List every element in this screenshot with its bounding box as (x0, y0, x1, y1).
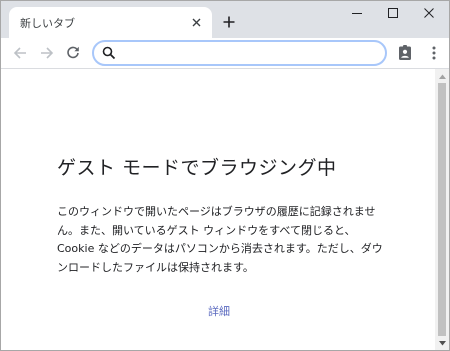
search-icon (102, 46, 116, 60)
tab-strip: 新しいタブ (1, 1, 449, 38)
close-icon (424, 8, 434, 18)
scroll-down-button[interactable] (435, 336, 449, 350)
reload-button[interactable] (63, 43, 83, 63)
plus-icon (223, 16, 235, 28)
guest-mode-page: ゲスト モードでブラウジング中 このウィンドウで開いたページはブラウザの履歴に記… (1, 69, 435, 350)
tab-new-tab[interactable]: 新しいタブ (9, 7, 212, 38)
scroll-up-button[interactable] (435, 69, 449, 83)
toolbar (1, 38, 449, 69)
reload-icon (67, 46, 79, 59)
menu-button[interactable] (424, 43, 444, 63)
forward-button[interactable] (37, 43, 57, 63)
minimize-icon (352, 13, 362, 14)
maximize-icon (388, 8, 398, 18)
forward-arrow-icon (41, 47, 54, 59)
learn-more-link[interactable]: 詳細 (208, 303, 230, 319)
new-tab-button[interactable] (219, 12, 239, 32)
window-close-button[interactable] (406, 1, 449, 25)
tab-close-button[interactable] (188, 14, 204, 30)
scrollbar-thumb[interactable] (438, 83, 446, 336)
guest-profile-button[interactable] (395, 43, 415, 63)
vertical-scrollbar[interactable] (435, 69, 449, 350)
page-title: ゲスト モードでブラウジング中 (57, 157, 337, 179)
back-arrow-icon (13, 47, 26, 59)
more-vert-icon (432, 46, 436, 60)
guest-profile-icon (399, 45, 411, 60)
close-icon (192, 18, 200, 26)
back-button[interactable] (10, 43, 30, 63)
browser-window: 新しいタブ ゲスト モードでブラウジング中 このウィンドウで開いたページはブラウ… (0, 0, 450, 351)
address-input[interactable] (122, 44, 378, 62)
guest-mode-description: このウィンドウで開いたページはブラウザの履歴に記録されません。また、開いているゲ… (57, 205, 383, 274)
scroll-down-icon (438, 340, 446, 345)
tab-title: 新しいタブ (20, 17, 75, 30)
omnibox[interactable] (92, 40, 387, 66)
scroll-up-icon (438, 74, 446, 79)
